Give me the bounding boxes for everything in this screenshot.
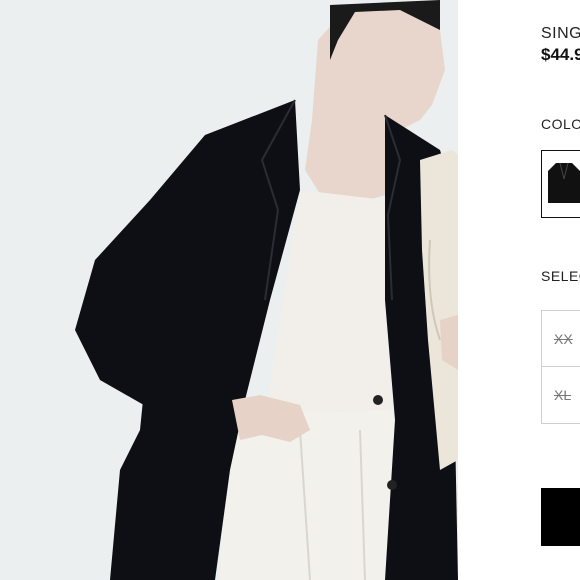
- size-option-xl[interactable]: XL: [541, 366, 580, 424]
- size-label: SELEC: [541, 268, 580, 284]
- product-price: $44.9: [541, 45, 580, 64]
- add-to-bag-button[interactable]: [541, 488, 580, 546]
- product-info-panel: SING $44.9 COLO SELEC XX XL: [458, 0, 580, 580]
- size-option-label: XX: [554, 331, 573, 347]
- product-photo: [0, 0, 458, 580]
- color-label: COLO: [541, 116, 580, 132]
- size-option-label: XL: [554, 387, 572, 403]
- size-grid: XX XL: [541, 310, 580, 424]
- color-swatch-black[interactable]: [541, 150, 580, 218]
- size-option-xxs[interactable]: XX: [541, 310, 580, 366]
- blazer-thumbnail-icon: [548, 162, 580, 203]
- product-title: SING: [541, 25, 580, 42]
